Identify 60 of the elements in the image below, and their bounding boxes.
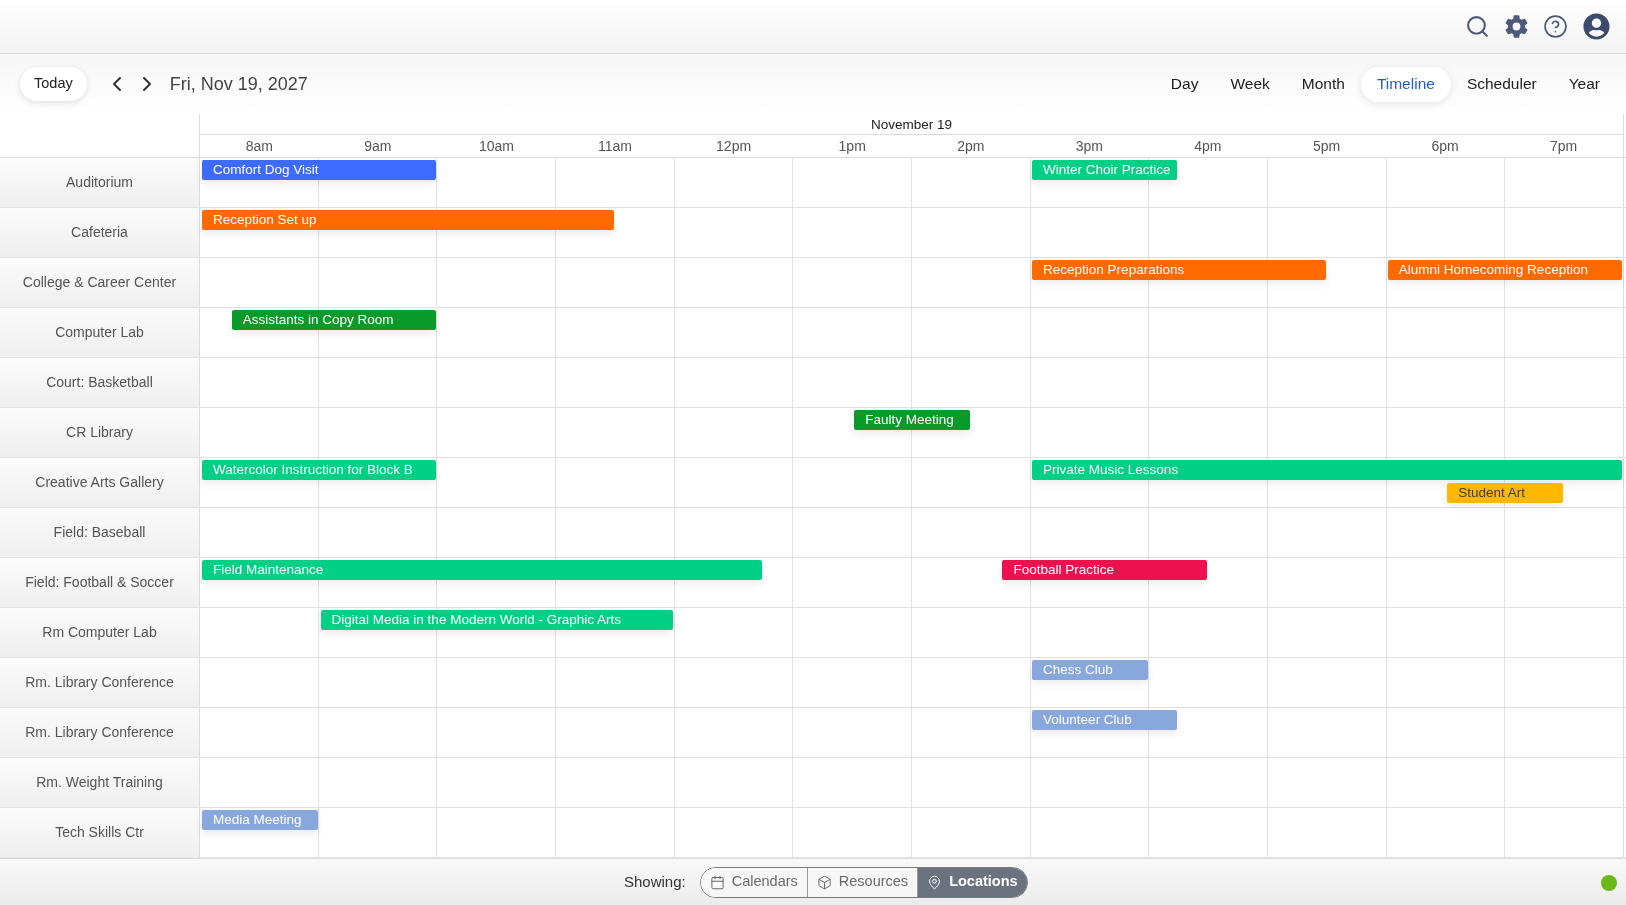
location-label: Rm. Weight Training [0,758,200,807]
view-tab[interactable]: Timeline [1360,66,1451,102]
map-pin-icon [927,874,943,890]
event-bar[interactable]: Assistants in Copy Room [231,310,437,330]
date-header: November 19 [870,116,952,134]
location-label: Computer Lab [0,308,200,357]
event-bar[interactable]: Student Art [1447,483,1563,503]
event-bar[interactable]: Comfort Dog Visit [202,160,437,180]
event-bar[interactable]: Media Meeting [202,810,318,830]
hour-label: 12pm [716,137,752,155]
hour-label: 3pm [1075,137,1103,155]
location-label: Field: Baseball [0,508,200,557]
help-icon[interactable] [1543,14,1568,39]
source-option[interactable]: Resources [807,867,919,897]
view-tab[interactable]: Month [1285,66,1361,102]
event-bar[interactable]: Reception Set up [202,210,615,230]
event-bar[interactable]: Football Practice [1002,560,1207,580]
box-icon [816,874,832,890]
hour-label: 9am [364,137,392,155]
current-date: Fri, Nov 19, 2027 [169,72,308,96]
hour-label: 6pm [1431,137,1459,155]
view-tab[interactable]: Year [1552,66,1616,102]
showing-label: Showing: [624,871,686,892]
source-option[interactable]: Calendars [700,867,808,897]
location-label: Creative Arts Gallery [0,458,200,507]
event-bar[interactable]: Alumni Homecoming Reception [1387,260,1622,280]
event-bar[interactable]: Reception Preparations [1032,260,1326,280]
source-option[interactable]: Locations [918,867,1027,897]
location-label: Field: Football & Soccer [0,558,200,607]
location-label: Tech Skills Ctr [0,808,200,857]
hour-label: 2pm [957,137,985,155]
hour-label: 11am [598,137,632,155]
search-icon[interactable] [1465,14,1490,39]
hour-label: 5pm [1312,137,1341,155]
chevron-left-icon [112,77,121,91]
hour-label: 8am [245,137,273,155]
chevron-right-icon [142,77,151,91]
view-tab[interactable]: Scheduler [1450,66,1553,102]
user-avatar-icon[interactable] [1583,13,1610,40]
view-tab[interactable]: Week [1214,66,1286,102]
status-dot-icon [1601,875,1617,891]
location-label: Rm. Library Conference [0,708,200,757]
location-label: Court: Basketball [0,358,200,407]
settings-icon[interactable] [1504,14,1529,39]
hour-label: 4pm [1194,137,1222,155]
location-label: Rm. Library Conference [0,658,200,707]
location-label: Auditorium [0,158,200,207]
hour-label: 1pm [838,137,866,155]
event-bar[interactable]: Volunteer Club [1032,710,1178,730]
location-label: Rm Computer Lab [0,608,200,657]
location-label: Cafeteria [0,208,200,257]
location-label: CR Library [0,408,200,457]
location-label: College & Career Center [0,258,200,307]
hour-label: 7pm [1550,137,1578,155]
event-bar[interactable]: Faulty Meeting [854,410,970,430]
event-bar[interactable]: Chess Club [1032,660,1148,680]
view-tab[interactable]: Day [1154,66,1215,102]
calendar-icon [709,874,725,890]
today-button[interactable]: Today [20,67,87,101]
hour-label: 10am [478,137,514,155]
